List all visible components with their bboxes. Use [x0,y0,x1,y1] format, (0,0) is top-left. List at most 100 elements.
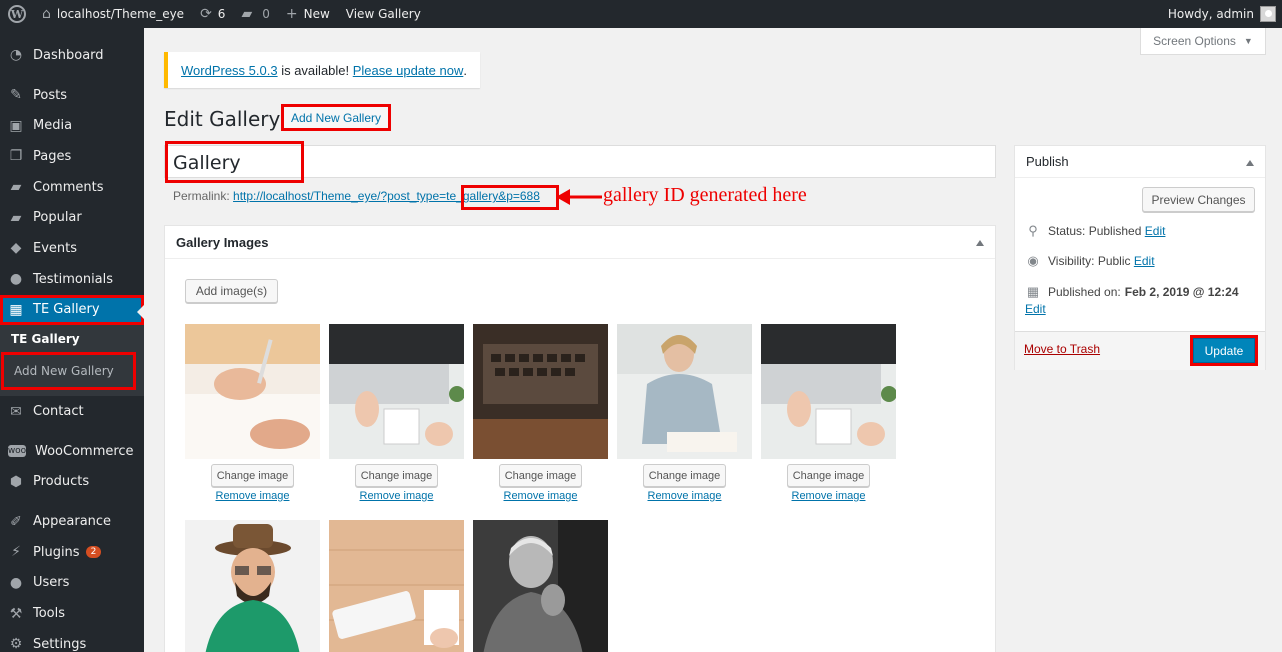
remove-image-link-5[interactable]: Remove image [761,490,896,502]
submenu-te-gallery[interactable]: TE Gallery [0,329,144,349]
sidebar-item-contact[interactable]: ✉ Contact [0,396,144,427]
published-edit-link[interactable]: Edit [1025,302,1046,316]
remove-image-link-1[interactable]: Remove image [185,490,320,502]
eye-icon: ◉ [1027,253,1039,268]
sidebar-item-label: Comments [33,179,104,195]
wp-logo-button[interactable]: W [0,0,34,28]
sidebar-item-label: Users [33,575,70,591]
sidebar-item-pages[interactable]: ❐ Pages [0,141,144,172]
preview-changes-button[interactable]: Preview Changes [1142,187,1255,212]
screen-options-label: Screen Options [1153,34,1236,48]
sidebar-item-label: Popular [33,210,82,226]
howdy-text: Howdy, admin [1167,7,1254,21]
status-edit-link[interactable]: Edit [1145,224,1166,238]
sidebar-item-settings[interactable]: ⚙ Settings [0,629,144,652]
published-date: Feb 2, 2019 @ 12:24 [1124,285,1239,299]
sidebar-item-tools[interactable]: ⚒ Tools [0,598,144,629]
collapse-toggle-icon[interactable] [976,240,984,246]
remove-image-link-3[interactable]: Remove image [473,490,608,502]
gallery-images-header[interactable]: Gallery Images [165,226,995,259]
sidebar-item-events[interactable]: ◆ Events [0,233,144,264]
sidebar-item-label: Testimonials [33,271,114,287]
calendar-icon: ▦ [1026,284,1040,299]
permalink-label: Permalink: [173,189,230,203]
remove-image-link-2[interactable]: Remove image [329,490,464,502]
move-to-trash-link[interactable]: Move to Trash [1024,342,1100,356]
sidebar-item-label: Settings [33,636,87,652]
image-woman-writing [617,324,752,459]
avatar [1260,6,1276,22]
admin-sidebar: ◔ Dashboard ✎ Posts ▣ Media ❐ Pages ▰ Comment… [0,28,144,652]
sidebar-item-testimonials[interactable]: ● Testimonials [0,264,144,295]
gallery-thumb-4 [617,324,752,459]
gallery-icon: ▦ [9,301,23,318]
update-notice: WordPress 5.0.3 is available! Please upd… [164,52,480,88]
image-old-man-bw [473,520,608,652]
site-name-link[interactable]: ⌂ localhost/Theme_eye [34,0,192,28]
publish-header[interactable]: Publish [1015,146,1265,178]
sidebar-item-users[interactable]: ● Users [0,568,144,599]
mail-icon: ✉ [10,403,22,420]
update-button[interactable]: Update [1190,335,1258,366]
sidebar-item-plugins[interactable]: ⚡ Plugins 2 [0,537,144,568]
new-content-link[interactable]: + New [278,0,338,28]
sidebar-item-label: Media [33,118,73,134]
sidebar-item-comments[interactable]: ▰ Comments [0,172,144,203]
remove-image-link-4[interactable]: Remove image [617,490,752,502]
sidebar-item-label: Events [33,240,78,256]
change-image-button-3[interactable]: Change image [499,464,582,487]
gallery-images-title: Gallery Images [176,234,269,250]
title-highlight-box [165,141,304,183]
annotation-text: gallery ID generated here [603,184,807,206]
my-account-link[interactable]: Howdy, admin [1160,0,1282,28]
screen-options-button[interactable]: Screen Options ▼ [1140,28,1266,55]
sidebar-item-popular[interactable]: ▰ Popular [0,202,144,233]
visibility-edit-link[interactable]: Edit [1134,254,1155,268]
sidebar-item-appearance[interactable]: ✐ Appearance [0,506,144,537]
gallery-thumb-2 [329,324,464,459]
comments-link[interactable]: ▰ 0 [233,0,277,28]
updates-count: 6 [217,7,226,21]
image-laptop-notebook [329,324,464,459]
gallery-images-box: Gallery Images Add image(s) Change image… [164,225,996,652]
sidebar-item-posts[interactable]: ✎ Posts [0,80,144,111]
change-image-button-5[interactable]: Change image [787,464,870,487]
add-images-button[interactable]: Add image(s) [185,279,278,303]
status-label: Status: [1048,224,1086,238]
visibility-row: ◉ Visibility: Public Edit [1025,253,1155,269]
add-new-gallery-button[interactable]: Add New Gallery [281,104,391,131]
dashboard-icon: ◔ [9,47,23,64]
sidebar-item-label: TE Gallery [33,302,100,318]
pin-status-icon: ⚲ [1028,223,1038,238]
visibility-value: Public [1097,254,1131,268]
sidebar-item-te-gallery[interactable]: ▦ TE Gallery [0,294,144,326]
plug-icon: ⚡ [11,544,21,561]
change-image-button-1[interactable]: Change image [211,464,294,487]
gallery-thumb-8 [473,520,608,652]
published-on-row: ▦ Published on: Feb 2, 2019 @ 12:24 [1025,284,1239,300]
status-value: Published [1088,224,1142,238]
comment-icon: ▰ [10,209,22,226]
sidebar-item-woocommerce[interactable]: woo WooCommerce [0,436,144,467]
notice-end: . [463,62,467,78]
sidebar-item-products[interactable]: ⬢ Products [0,467,144,498]
home-icon: ⌂ [42,6,51,22]
wordpress-version-link[interactable]: WordPress 5.0.3 [181,63,278,78]
page-title: Edit Gallery [164,107,281,131]
sidebar-item-media[interactable]: ▣ Media [0,110,144,141]
user-icon: ● [9,271,23,288]
view-gallery-label: View Gallery [345,7,421,21]
change-image-button-4[interactable]: Change image [643,464,726,487]
site-name: localhost/Theme_eye [56,7,185,21]
submenu-add-new-gallery[interactable]: Add New Gallery [1,352,136,391]
update-now-link[interactable]: Please update now [353,63,464,78]
status-row: ⚲ Status: Published Edit [1025,223,1165,239]
gallery-thumb-6 [185,520,320,652]
sidebar-item-dashboard[interactable]: ◔ Dashboard [0,40,144,71]
wordpress-icon: W [8,5,26,23]
updates-link[interactable]: ⟳ 6 [192,0,233,28]
change-image-button-2[interactable]: Change image [355,464,438,487]
view-gallery-link[interactable]: View Gallery [338,0,429,28]
image-writing-hands [185,324,320,459]
publish-collapse-toggle-icon[interactable] [1246,160,1254,166]
